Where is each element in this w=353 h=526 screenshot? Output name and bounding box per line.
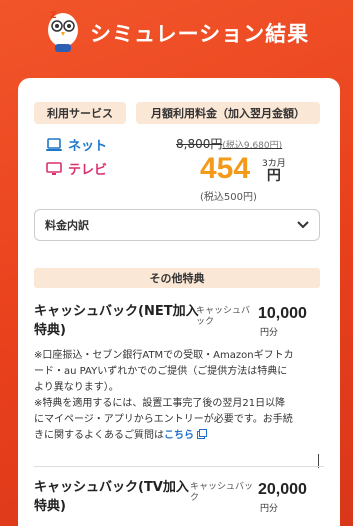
service-tv: テレビ [46, 159, 107, 178]
service-net-label: ネット [68, 139, 108, 154]
benefit-net-name: キャッシュバック(NET加入 特典) [34, 304, 199, 338]
svg-text:Z: Z [50, 11, 57, 21]
original-price: 8,800円(税込9,680円) [176, 137, 283, 151]
price-unit: 円 [266, 168, 281, 184]
simulation-result-card: 利用サービス 月額利用料金（加入翌月金額） ネット テレビ 8,800円(税込9… [18, 78, 340, 526]
faq-link[interactable]: こちら [164, 430, 194, 441]
tv-icon [46, 161, 62, 175]
benefit-net-amount: 10,000 [258, 305, 307, 322]
owl-mascot-icon: Z [48, 11, 78, 52]
chevron-down-icon [297, 221, 309, 229]
price-period-unit: 3カ月 円 [262, 158, 286, 184]
discounted-price: 454 [200, 152, 251, 185]
page-title: シミュレーション結果 [90, 22, 310, 46]
fee-breakdown-dropdown[interactable]: 料金内訳 [34, 209, 320, 241]
other-benefits-header: その他特典 [34, 268, 320, 288]
benefit-tv-type: キャッシュバッ ク [190, 482, 254, 503]
price-header: 月額利用料金（加入翌月金額） [136, 102, 320, 124]
service-net: ネット [46, 135, 107, 154]
benefit-net-type: キャッシュバ ック [196, 306, 251, 327]
service-header: 利用サービス [34, 102, 126, 124]
laptop-icon [46, 137, 62, 151]
benefit-net-unit: 円分 [260, 328, 279, 338]
service-tv-label: テレビ [68, 163, 108, 178]
external-link-icon[interactable] [197, 429, 208, 439]
benefit-divider [34, 466, 324, 467]
benefit-tv-amount: 20,000 [258, 481, 307, 498]
benefit-tv-name: キャッシュバック(TV加入 特典) [34, 480, 189, 514]
fee-breakdown-label: 料金内訳 [45, 219, 89, 232]
price-tax-note: (税込500円) [200, 192, 257, 203]
header: Z シミュレーション結果 [0, 0, 353, 72]
benefit-notes: ※口座振込・セブン銀行ATMでの受取・Amazonギフトカ ード・au PAYい… [34, 350, 294, 441]
benefit-tv-unit: 円分 [260, 504, 279, 514]
